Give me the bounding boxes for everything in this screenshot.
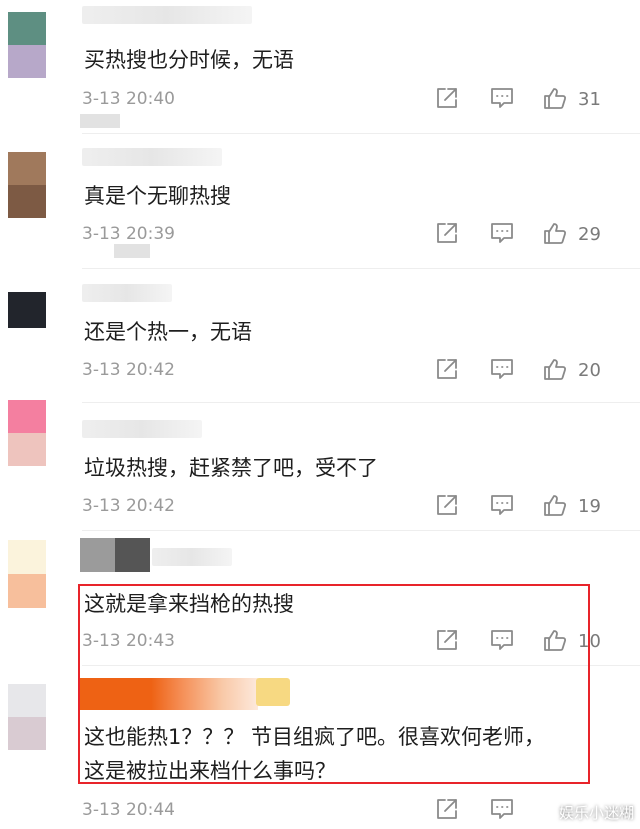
- like-button[interactable]: [542, 85, 572, 115]
- comment-time: 3-13 20:40: [82, 89, 175, 109]
- comment-time: 3-13 20:39: [82, 224, 175, 244]
- comment-text: 真是个无聊热搜: [84, 184, 231, 208]
- reply-button[interactable]: [489, 356, 519, 386]
- comment-text: 买热搜也分时候，无语: [84, 48, 294, 72]
- comment-meta: 3-13 20:44: [82, 796, 602, 826]
- like-button[interactable]: [542, 492, 572, 522]
- divider: [82, 268, 640, 269]
- share-button[interactable]: [434, 356, 464, 386]
- comment-icon: [491, 88, 513, 108]
- comment-text: 还是个热一，无语: [84, 320, 252, 344]
- like-button[interactable]: [542, 356, 572, 386]
- divider: [82, 402, 640, 403]
- divider: [82, 133, 640, 134]
- username-blurred: [82, 284, 172, 302]
- share-icon: [437, 223, 457, 243]
- avatar[interactable]: [8, 292, 46, 328]
- reply-button[interactable]: [489, 85, 519, 115]
- comment-time: 3-13 20:44: [82, 800, 175, 820]
- like-count: 29: [578, 224, 601, 245]
- share-icon: [437, 495, 457, 515]
- watermark: 娱乐小迷糊: [558, 804, 634, 822]
- blur-patch: [114, 244, 150, 258]
- avatar[interactable]: [8, 400, 46, 466]
- comment-icon: [491, 359, 513, 379]
- username-blurred: [82, 420, 202, 438]
- share-button[interactable]: [434, 85, 464, 115]
- like-count: 19: [578, 496, 601, 517]
- username-blurred: [82, 148, 222, 166]
- comment-icon: [491, 495, 513, 515]
- thumbs-up-icon: [544, 495, 567, 516]
- avatar[interactable]: [8, 540, 46, 608]
- avatar[interactable]: [8, 152, 46, 218]
- comment-icon: [491, 223, 513, 243]
- divider: [82, 530, 640, 531]
- highlight-box: [78, 584, 590, 784]
- comment-meta: 3-13 20:39 29: [82, 220, 602, 250]
- comment-meta: 3-13 20:42 20: [82, 356, 602, 386]
- avatar[interactable]: [8, 12, 46, 78]
- comment-time: 3-13 20:42: [82, 360, 175, 380]
- share-icon: [437, 88, 457, 108]
- comment-meta: 3-13 20:40 31: [82, 85, 602, 115]
- share-button[interactable]: [434, 796, 464, 826]
- comment-icon: [491, 799, 513, 819]
- thumbs-up-icon: [544, 88, 567, 109]
- reply-button[interactable]: [489, 492, 519, 522]
- username-blurred: [152, 548, 232, 566]
- comment-meta: 3-13 20:42 19: [82, 492, 602, 522]
- thumbs-up-icon: [544, 359, 567, 380]
- like-button[interactable]: [542, 220, 572, 250]
- like-count: 20: [578, 360, 601, 381]
- share-button[interactable]: [434, 492, 464, 522]
- username-blurred: [82, 6, 252, 24]
- reply-button[interactable]: [489, 220, 519, 250]
- username-blurred: [80, 538, 150, 572]
- share-icon: [437, 799, 457, 819]
- comment-text: 垃圾热搜，赶紧禁了吧，受不了: [84, 456, 378, 480]
- like-count: 31: [578, 89, 601, 110]
- comment-time: 3-13 20:42: [82, 496, 175, 516]
- avatar[interactable]: [8, 684, 46, 750]
- blur-patch: [80, 114, 120, 128]
- thumbs-up-icon: [544, 223, 567, 244]
- reply-button[interactable]: [489, 796, 519, 826]
- share-icon: [437, 359, 457, 379]
- share-button[interactable]: [434, 220, 464, 250]
